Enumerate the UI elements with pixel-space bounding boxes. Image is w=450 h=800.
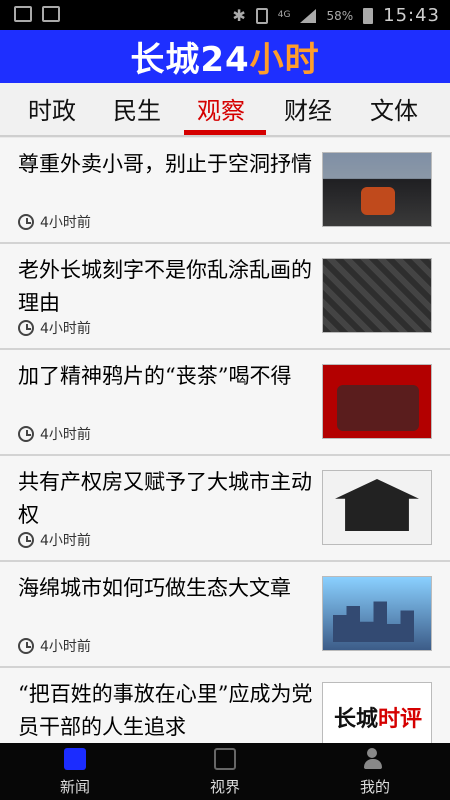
status-right: ✱ 4G 58% 15:43 — [232, 5, 440, 26]
article-time: 4小时前 — [40, 639, 91, 655]
vision-icon — [214, 748, 236, 770]
clock-time: 15:43 — [383, 5, 440, 26]
thumbnail-graphic — [337, 385, 419, 431]
active-tab-indicator — [184, 130, 266, 135]
article-title: 共有产权房又赋予了大城市主动权 — [18, 470, 312, 527]
clock-icon — [18, 532, 34, 548]
signal-icon — [300, 8, 317, 23]
article-time: 4小时前 — [40, 215, 91, 231]
nav-news-label: 新闻 — [59, 778, 90, 796]
article-item[interactable]: 海绵城市如何巧做生态大文章 4小时前 — [0, 562, 450, 668]
network-label: 4G — [277, 10, 291, 20]
article-meta: 4小时前 — [18, 530, 91, 550]
sim-icon — [255, 7, 268, 24]
article-item[interactable]: 共有产权房又赋予了大城市主动权 4小时前 — [0, 456, 450, 562]
clock-icon — [18, 426, 34, 442]
tab-caijing[interactable]: 财经 — [284, 91, 332, 126]
article-item[interactable]: 加了精神鸦片的“丧茶”喝不得 4小时前 — [0, 350, 450, 456]
article-item[interactable]: 尊重外卖小哥，别止于空洞抒情 4小时前 — [0, 138, 450, 244]
article-meta: 4小时前 — [18, 424, 91, 444]
thumbnail-logo-part-a: 长城 — [333, 706, 378, 732]
clock-icon — [18, 638, 34, 654]
bluetooth-icon: ✱ — [232, 6, 246, 25]
nav-vision-label: 视界 — [209, 778, 240, 796]
tab-shizheng[interactable]: 时政 — [28, 91, 76, 126]
battery-icon — [363, 7, 374, 24]
article-thumbnail — [322, 258, 432, 333]
article-title: 加了精神鸦片的“丧茶”喝不得 — [18, 364, 292, 388]
battery-percent: 58% — [326, 8, 354, 23]
tab-wenti[interactable]: 文体 — [370, 91, 418, 126]
app-header: 长城24小时 — [0, 30, 450, 83]
clock-icon — [18, 214, 34, 230]
clock-icon — [18, 320, 34, 336]
thumbnail-logo-part-b: 时评 — [378, 706, 423, 732]
thumbnail-graphic — [335, 479, 419, 531]
article-meta: 4小时前 — [18, 318, 91, 338]
article-list: 尊重外卖小哥，别止于空洞抒情 4小时前 老外长城刻字不是你乱涂乱画的理由 4小时… — [0, 138, 450, 774]
image-notification-icon — [14, 6, 32, 22]
news-icon — [64, 748, 86, 770]
network-type: 4G — [278, 11, 291, 20]
article-title: 老外长城刻字不是你乱涂乱画的理由 — [18, 258, 312, 315]
thumbnail-logo-text: 长城时评 — [323, 701, 433, 733]
thumbnail-graphic — [361, 187, 395, 215]
status-notifications — [14, 6, 60, 22]
article-item[interactable]: 老外长城刻字不是你乱涂乱画的理由 4小时前 — [0, 244, 450, 350]
thumbnail-graphic — [333, 601, 414, 642]
article-title: 海绵城市如何巧做生态大文章 — [18, 576, 291, 600]
article-thumbnail — [322, 470, 432, 545]
nav-vision[interactable]: 视界 — [165, 748, 285, 797]
article-time: 4小时前 — [40, 321, 91, 337]
article-title: “把百姓的事放在心里”应成为党员干部的人生追求 — [18, 682, 313, 739]
article-time: 4小时前 — [40, 427, 91, 443]
user-icon — [364, 748, 386, 770]
tab-guancha[interactable]: 观察 — [197, 91, 245, 126]
status-bar: ✱ 4G 58% 15:43 — [0, 0, 450, 30]
tab-minsheng[interactable]: 民生 — [113, 91, 161, 126]
nav-news[interactable]: 新闻 — [15, 748, 135, 797]
article-meta: 4小时前 — [18, 636, 91, 656]
article-title: 尊重外卖小哥，别止于空洞抒情 — [18, 152, 312, 176]
logo-text-number: 24 — [200, 40, 250, 80]
article-time: 4小时前 — [40, 533, 91, 549]
article-meta: 4小时前 — [18, 212, 91, 232]
logo-text-prefix: 长城 — [130, 40, 201, 80]
nav-me[interactable]: 我的 — [315, 748, 435, 797]
category-tabs: 时政 民生 观察 财经 文体 — [0, 83, 450, 137]
nav-me-label: 我的 — [359, 778, 390, 796]
logo-text-suffix: 小时 — [249, 40, 320, 80]
mail-notification-icon — [42, 6, 60, 22]
article-thumbnail — [322, 152, 432, 227]
article-thumbnail — [322, 364, 432, 439]
article-thumbnail — [322, 576, 432, 651]
bottom-navigation: 新闻 视界 我的 — [0, 743, 450, 800]
app-logo: 长城24小时 — [130, 32, 319, 81]
